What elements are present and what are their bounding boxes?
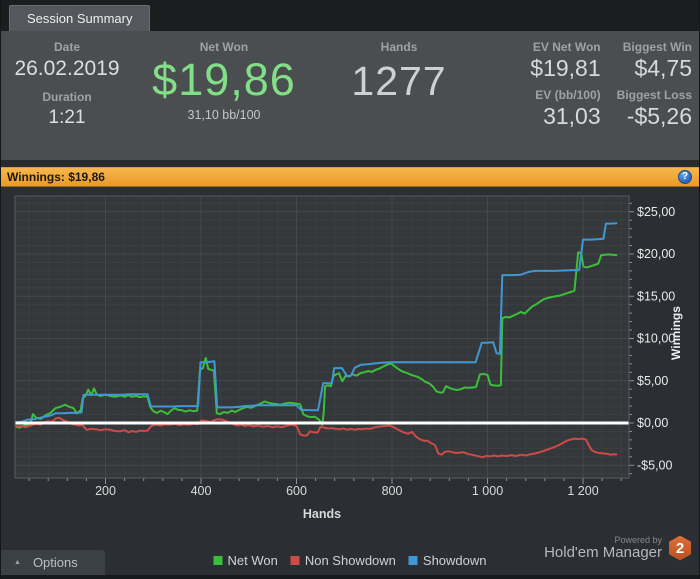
svg-text:Winnings: Winnings bbox=[669, 306, 683, 360]
net-won-swatch-icon bbox=[213, 556, 223, 565]
winnings-title: Winnings: $19,86 bbox=[7, 170, 105, 184]
powered-by: Powered by Hold'em Manager 2 bbox=[544, 535, 691, 561]
biggest-loss-label: Biggest Loss bbox=[616, 88, 692, 102]
svg-text:Hands: Hands bbox=[303, 507, 341, 521]
duration-label: Duration bbox=[42, 90, 92, 104]
legend-label: Showdown bbox=[422, 553, 487, 568]
biggest-win-value: $4,75 bbox=[634, 55, 692, 81]
net-won-label: Net Won bbox=[199, 40, 249, 54]
svg-text:$25,00: $25,00 bbox=[637, 205, 675, 219]
svg-text:$0,00: $0,00 bbox=[637, 416, 668, 430]
tab-session-summary[interactable]: Session Summary bbox=[9, 5, 151, 31]
options-button[interactable]: ▲ Options bbox=[1, 550, 105, 575]
ev-bb100-value: 31,03 bbox=[543, 103, 601, 129]
footer-bar: ▲ Options Net Won Non Showdown Showdown … bbox=[1, 535, 699, 575]
legend-item-net-won[interactable]: Net Won bbox=[213, 553, 278, 568]
stats-hands-column: Hands 1277 bbox=[315, 40, 483, 160]
showdown-swatch-icon bbox=[408, 556, 418, 565]
svg-text:800: 800 bbox=[382, 484, 403, 498]
options-label: Options bbox=[32, 555, 78, 570]
biggest-win-label: Biggest Win bbox=[622, 40, 692, 54]
svg-text:$15,00: $15,00 bbox=[637, 289, 675, 303]
biggest-loss-cell: Biggest Loss -$5,26 bbox=[617, 88, 692, 129]
chart-legend: Net Won Non Showdown Showdown bbox=[213, 553, 487, 568]
ev-net-won-label: EV Net Won bbox=[532, 40, 601, 54]
stats-date-column: Date 26.02.2019 Duration 1:21 bbox=[1, 40, 133, 160]
hands-label: Hands bbox=[380, 40, 418, 54]
stats-networn-column: Net Won $19,86 31,10 bb/100 bbox=[133, 40, 315, 160]
winnings-title-bar: Winnings: $19,86 ? bbox=[1, 167, 699, 187]
biggest-loss-value: -$5,26 bbox=[626, 103, 692, 129]
svg-text:400: 400 bbox=[191, 484, 212, 498]
chevron-up-icon: ▲ bbox=[14, 559, 21, 566]
non-showdown-swatch-icon bbox=[290, 556, 300, 565]
legend-item-non-showdown[interactable]: Non Showdown bbox=[290, 553, 396, 568]
winnings-chart: 200 400 600 800 1 000 1 200 Hands $25,00 $20,00 $… bbox=[1, 187, 699, 535]
date-value: 26.02.2019 bbox=[14, 57, 120, 80]
svg-text:200: 200 bbox=[95, 484, 116, 498]
legend-item-showdown[interactable]: Showdown bbox=[408, 553, 487, 568]
svg-text:1 000: 1 000 bbox=[472, 484, 503, 498]
legend-label: Non Showdown bbox=[304, 553, 396, 568]
net-won-value: $19,86 bbox=[152, 54, 296, 105]
holdem-manager-logo-icon: 2 bbox=[669, 535, 691, 561]
tab-bar: Session Summary bbox=[1, 0, 699, 31]
help-icon[interactable]: ? bbox=[678, 170, 692, 184]
legend-label: Net Won bbox=[227, 553, 278, 568]
svg-text:$5,00: $5,00 bbox=[637, 374, 668, 388]
ev-net-won-cell: EV Net Won $19,81 bbox=[530, 40, 600, 81]
duration-value: 1:21 bbox=[48, 107, 86, 128]
window-bottom-edge bbox=[1, 575, 699, 579]
session-summary-window: Session Summary Date 26.02.2019 Duration… bbox=[0, 0, 700, 579]
ev-bb100-cell: EV (bb/100) 31,03 bbox=[530, 88, 600, 129]
svg-text:1 200: 1 200 bbox=[567, 484, 598, 498]
ev-column: EV Net Won $19,81 EV (bb/100) 31,03 bbox=[530, 40, 600, 160]
hands-value: 1277 bbox=[351, 58, 447, 104]
date-label: Date bbox=[53, 40, 80, 54]
chart-canvas: 200 400 600 800 1 000 1 200 Hands $25,00 $20,00 $… bbox=[14, 195, 683, 521]
ev-bb100-label: EV (bb/100) bbox=[535, 88, 601, 102]
ev-net-won-value: $19,81 bbox=[530, 55, 601, 81]
svg-text:-$5,00: -$5,00 bbox=[637, 458, 672, 472]
brand-name: Hold'em Manager bbox=[544, 544, 662, 561]
net-won-bb100: 31,10 bb/100 bbox=[187, 108, 261, 122]
svg-text:600: 600 bbox=[286, 484, 307, 498]
stats-panel: Date 26.02.2019 Duration 1:21 Net Won $1… bbox=[1, 31, 699, 160]
biggest-column: Biggest Win $4,75 Biggest Loss -$5,26 bbox=[617, 40, 692, 160]
svg-text:$20,00: $20,00 bbox=[637, 247, 675, 261]
biggest-win-cell: Biggest Win $4,75 bbox=[617, 40, 692, 81]
divider bbox=[1, 160, 699, 167]
stats-right-block: EV Net Won $19,81 EV (bb/100) 31,03 Bigg… bbox=[483, 40, 699, 160]
